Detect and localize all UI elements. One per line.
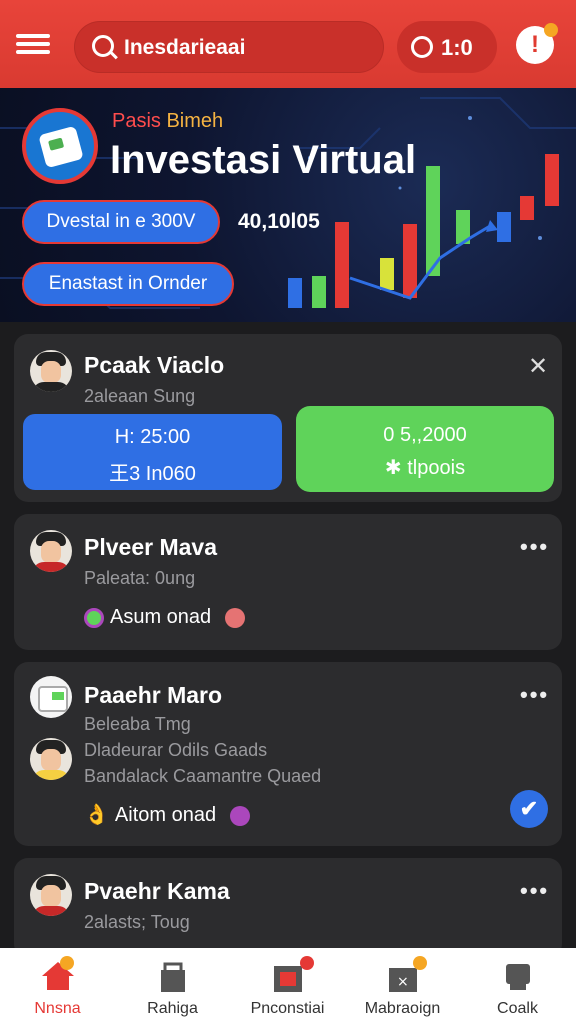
nav-label: Pnconstiai (250, 1000, 325, 1017)
more-icon[interactable]: ••• (520, 682, 549, 708)
card-detail-2: Bandalack Caamantre Quaed (84, 766, 322, 786)
card-3[interactable]: Paaehr Maro Beleaba Tmg ••• Dladeurar Od… (14, 662, 562, 846)
app-logo (22, 108, 98, 184)
nav-promotions[interactable]: Pnconstiai (230, 948, 345, 1024)
search-icon (92, 35, 114, 57)
time-sub-line: 王3 In060 (109, 463, 196, 485)
invest-pill-button[interactable]: Dvestal in e 300V (22, 200, 220, 244)
card-name: Paaehr Maro (84, 682, 223, 708)
card-4[interactable]: Pvaehr Kama 2alasts; Toug ••• (14, 858, 562, 958)
bottom-nav: Nnsna Rahiga Pnconstiai × Mabraoign Coal… (0, 948, 576, 1024)
chat-icon (506, 964, 530, 990)
nav-label: Coalk (497, 1000, 538, 1017)
points-value: 0 5,,2000 (383, 424, 467, 446)
card-name: Pcaak Viaclo (84, 352, 225, 378)
nav-chat[interactable]: Coalk (460, 948, 575, 1024)
nav-label: Rahiga (147, 1000, 198, 1017)
check-icon[interactable]: ✔ (510, 790, 548, 828)
trophy-icon (161, 962, 185, 992)
menu-icon[interactable] (16, 30, 50, 58)
promo-badge (300, 956, 314, 970)
banner-title: Investasi Virtual (110, 138, 417, 182)
points-button[interactable]: 0 5,,2000 ✱ tlpoois (296, 406, 554, 492)
banner-subtitle: Pasis Bimeh (112, 110, 224, 132)
order-pill-button[interactable]: Enastast in Ornder (22, 262, 234, 306)
hand-icon: 👌 (84, 804, 109, 826)
invest-value: 40,10l05 (238, 210, 320, 233)
character-icon (224, 607, 245, 628)
avatar (30, 874, 72, 916)
star-icon: ✱ (384, 457, 408, 479)
card-subtitle: 2aleaan Sung (84, 386, 196, 406)
timer-icon (411, 36, 433, 58)
card-name: Plveer Mava (84, 534, 217, 560)
character-icon (229, 805, 250, 826)
top-bar: Inesdarieaai 1:0 ! (0, 0, 576, 88)
card-detail-1: Dladeurar Odils Gaads (84, 740, 268, 760)
game-icon (84, 607, 104, 628)
alert-badge (544, 23, 558, 37)
nav-label: Mabraoign (364, 1000, 441, 1017)
time-line: H: 25:00 (114, 426, 191, 448)
nav-home[interactable]: Nnsna (0, 948, 115, 1024)
card-subtitle: 2alasts; Toug (84, 912, 190, 932)
box-avatar (30, 676, 72, 718)
time-button[interactable]: H: 25:00 王3 In060 (23, 414, 282, 490)
avatar (30, 350, 72, 392)
timer-button[interactable]: 1:0 (397, 21, 497, 73)
points-label: tlpoois (407, 457, 466, 479)
card-tag: Aitom onad (114, 804, 217, 826)
card-2[interactable]: Plveer Mava Paleata: 0ung ••• Asum onad (14, 514, 562, 650)
nav-ranking[interactable]: Rahiga (115, 948, 230, 1024)
nav-label: Nnsna (34, 1000, 81, 1017)
nav-messages[interactable]: × Mabraoign (345, 948, 460, 1024)
avatar (30, 530, 72, 572)
more-icon[interactable]: ••• (520, 878, 549, 904)
avatar (30, 738, 72, 780)
close-icon[interactable]: ✕ (528, 352, 548, 381)
card-1[interactable]: Pcaak Viaclo 2aleaan Sung ✕ H: 25:00 王3 … (14, 334, 562, 502)
card-name: Pvaehr Kama (84, 878, 230, 904)
timer-text: 1:0 (441, 35, 473, 60)
card-subtitle: Paleata: 0ung (84, 568, 196, 588)
search-bar[interactable]: Inesdarieaai (74, 21, 384, 73)
home-badge (60, 956, 74, 970)
svg-text:×: × (397, 974, 409, 990)
messages-badge (413, 956, 427, 970)
card-subtitle: Beleaba Tmg (84, 714, 191, 734)
more-icon[interactable]: ••• (520, 534, 549, 560)
card-tag: Asum onad (110, 606, 212, 628)
search-text: Inesdarieaai (124, 36, 246, 59)
